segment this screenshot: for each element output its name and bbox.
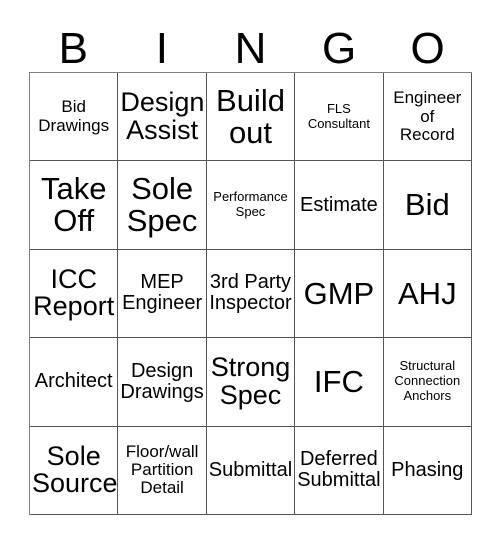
bingo-cell-b4[interactable]: Architect [30,338,119,427]
bingo-grid: Bid Drawings Design Assist Build out FLS… [29,72,472,515]
bingo-cell-g5[interactable]: Deferred Submittal [295,426,384,515]
bingo-cell-label: Design Assist [120,87,205,145]
bingo-cell-o5[interactable]: Phasing [383,426,472,515]
bingo-cell-n2[interactable]: Performance Spec [206,161,296,250]
bingo-cell-label: Estimate [299,193,378,216]
header-letter-n: N [234,24,267,73]
bingo-cell-g3[interactable]: GMP [295,249,384,339]
bingo-cell-label: Strong Spec [210,352,291,410]
bingo-cell-label: Structural Connection Anchors [394,358,461,404]
bingo-cell-g2[interactable]: Estimate [295,161,384,250]
bingo-cell-label: Build out [216,83,285,150]
bingo-cell-i2[interactable]: Sole Spec [118,161,207,250]
bingo-cell-label: FLS Consultant [307,100,370,131]
bingo-cell-o1[interactable]: Engineer of Record [383,73,472,162]
bingo-cell-g1[interactable]: FLS Consultant [295,73,384,162]
bingo-cell-b2[interactable]: Take Off [30,161,119,250]
bingo-header: B I N G O [29,14,472,72]
bingo-cell-label: MEP Engineer [122,271,203,315]
bingo-cell-label: Phasing [391,458,464,481]
header-letter-o: O [410,24,445,73]
bingo-cell-label: Deferred Submittal [297,448,381,492]
bingo-cell-label: Design Drawings [120,359,204,403]
bingo-cell-o4[interactable]: Structural Connection Anchors [383,338,472,427]
bingo-cell-b3[interactable]: ICC Report [30,249,119,339]
bingo-cell-label: Architect [34,370,113,393]
bingo-cell-n4[interactable]: Strong Spec [206,338,296,427]
bingo-cell-label: Performance Spec [213,189,288,220]
bingo-cell-label: Engineer of Record [393,88,462,144]
bingo-cell-o2[interactable]: Bid [383,161,472,250]
bingo-cell-label: 3rd Party Inspector [209,271,292,315]
bingo-cell-i5[interactable]: Floor/wall Partition Detail [118,426,207,515]
bingo-cell-label: Floor/wall Partition Detail [125,441,199,498]
bingo-card: B I N G O Bid Drawings Design Assist Bui… [0,0,500,544]
bingo-cell-label: GMP [303,275,375,311]
bingo-cell-n5[interactable]: Submittal [206,426,296,515]
bingo-cell-label: AHJ [398,275,457,311]
bingo-cell-label: Sole Spec [126,171,198,239]
bingo-cell-label: Bid [404,187,450,223]
bingo-cell-label: Sole Source [32,440,118,499]
header-letter-g: G [321,24,357,73]
bingo-cell-n3[interactable]: 3rd Party Inspector [206,249,296,339]
bingo-cell-b1[interactable]: Bid Drawings [30,73,119,162]
bingo-cell-label: Submittal [208,458,293,481]
bingo-cell-b5[interactable]: Sole Source [30,426,119,515]
header-letter-b: B [58,24,88,73]
bingo-cell-g4[interactable]: IFC [295,338,384,427]
bingo-cell-label: IFC [313,364,364,400]
bingo-cell-i4[interactable]: Design Drawings [118,338,207,427]
bingo-cell-i1[interactable]: Design Assist [118,73,207,162]
bingo-cell-label: ICC Report [33,263,115,322]
bingo-cell-o3[interactable]: AHJ [383,249,472,339]
bingo-cell-label: Bid Drawings [38,97,110,135]
bingo-cell-label: Take Off [40,171,107,239]
bingo-cell-n1[interactable]: Build out [206,73,296,162]
header-letter-i: I [155,24,168,73]
bingo-cell-i3[interactable]: MEP Engineer [118,249,207,339]
